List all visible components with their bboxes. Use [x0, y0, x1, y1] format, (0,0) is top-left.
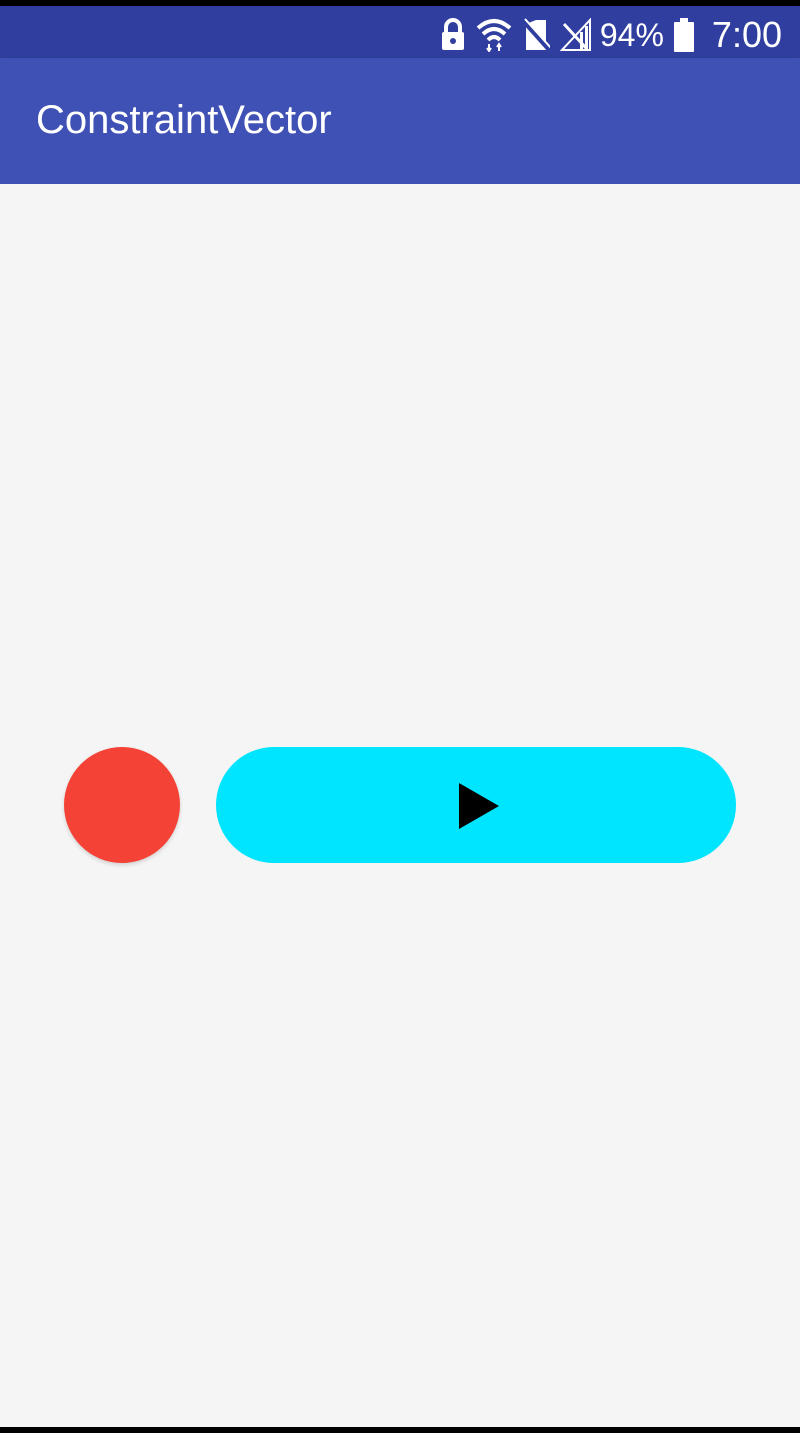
play-icon — [459, 783, 499, 829]
play-button[interactable] — [216, 747, 736, 863]
status-bar: 94% 7:00 — [0, 0, 800, 58]
battery-percent: 94% — [599, 16, 664, 53]
wifi-icon — [476, 18, 512, 52]
battery-icon — [673, 18, 694, 52]
bottom-edge — [0, 1427, 800, 1433]
app-bar: ConstraintVector — [0, 58, 800, 184]
app-title: ConstraintVector — [36, 98, 332, 142]
lock-icon — [440, 18, 466, 52]
record-button[interactable] — [64, 747, 180, 863]
clock: 7:00 — [711, 14, 782, 55]
no-sim-icon — [521, 18, 550, 52]
signal-icon — [559, 18, 592, 52]
status-icons: 94% 7:00 — [440, 14, 782, 56]
